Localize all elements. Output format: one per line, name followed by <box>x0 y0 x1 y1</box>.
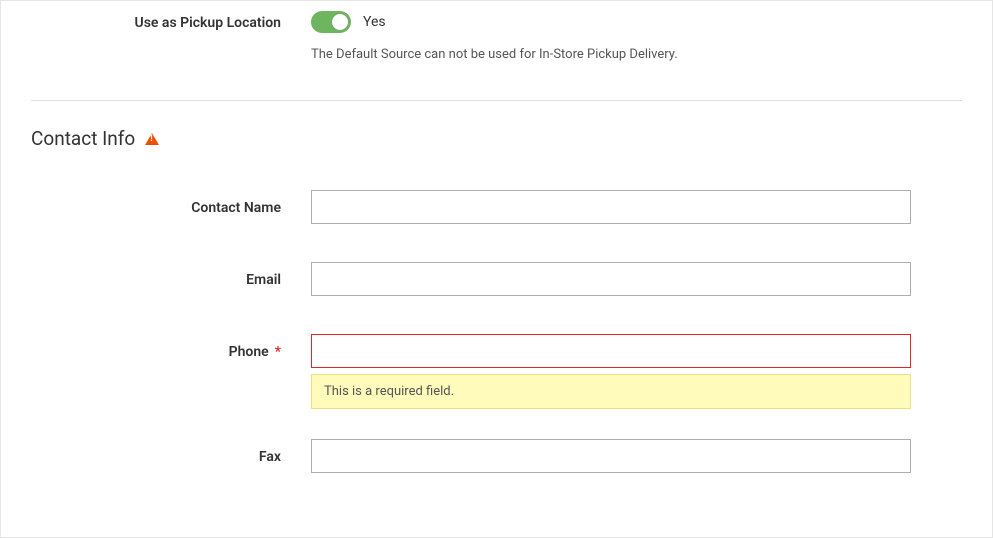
phone-row: Phone * This is a required field. <box>1 334 992 409</box>
warning-icon <box>145 133 159 145</box>
pickup-location-field: Yes The Default Source can not be used f… <box>311 11 911 62</box>
pickup-toggle-knob <box>331 13 349 31</box>
contact-name-row: Contact Name <box>1 190 992 224</box>
pickup-help-text: The Default Source can not be used for I… <box>311 47 911 62</box>
phone-label-col: Phone * <box>1 334 311 360</box>
form-container: Use as Pickup Location Yes The Default S… <box>1 1 992 473</box>
contact-name-label: Contact Name <box>1 190 311 216</box>
fax-field-col <box>311 439 911 473</box>
pickup-toggle-state: Yes <box>363 14 386 30</box>
fax-row: Fax <box>1 439 992 473</box>
pickup-toggle-wrapper: Yes <box>311 11 911 33</box>
email-input[interactable] <box>311 262 911 296</box>
email-row: Email <box>1 262 992 296</box>
fax-label: Fax <box>1 439 311 465</box>
pickup-location-label: Use as Pickup Location <box>1 11 311 31</box>
phone-label: Phone <box>229 344 269 360</box>
phone-field-col: This is a required field. <box>311 334 911 409</box>
email-field-col <box>311 262 911 296</box>
phone-input[interactable] <box>311 334 911 368</box>
pickup-location-row: Use as Pickup Location Yes The Default S… <box>1 11 992 62</box>
fax-input[interactable] <box>311 439 911 473</box>
contact-info-header: Contact Info <box>1 127 992 190</box>
contact-name-input[interactable] <box>311 190 911 224</box>
email-label: Email <box>1 262 311 288</box>
required-asterisk: * <box>275 344 281 360</box>
section-divider <box>31 100 962 101</box>
contact-name-field-col <box>311 190 911 224</box>
phone-error-message: This is a required field. <box>311 374 911 409</box>
contact-info-title: Contact Info <box>31 127 135 150</box>
pickup-toggle[interactable] <box>311 11 351 33</box>
